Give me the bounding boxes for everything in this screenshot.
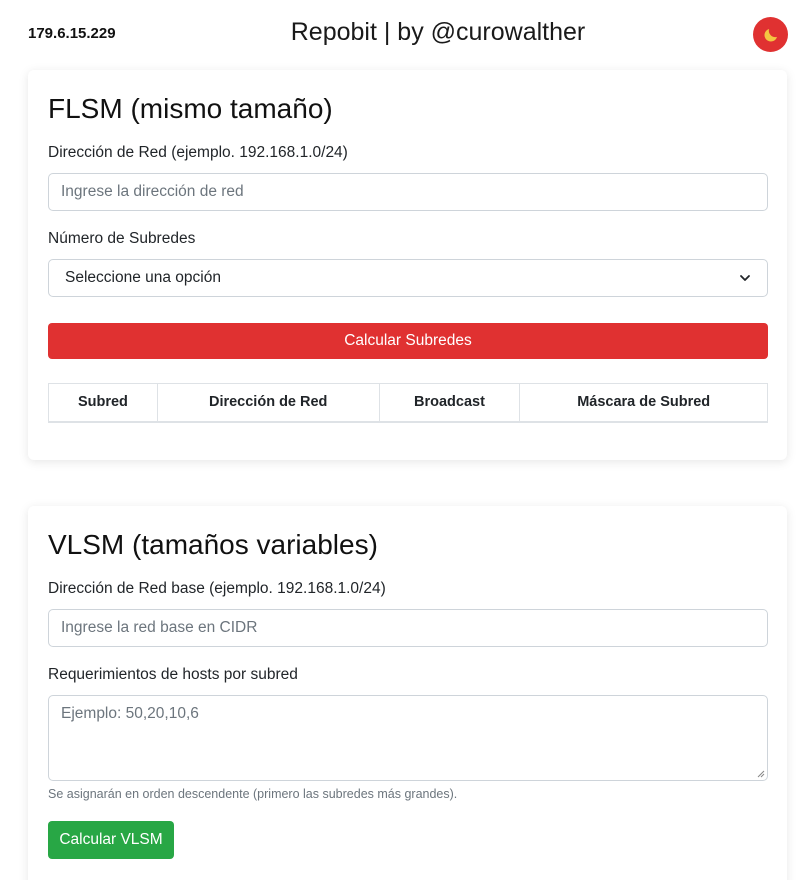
theme-toggle-button[interactable] bbox=[753, 17, 788, 52]
moon-icon bbox=[763, 28, 777, 42]
calculate-vlsm-button[interactable]: Calcular VLSM bbox=[48, 821, 174, 859]
base-network-placeholder: Ingrese la red base en CIDR bbox=[61, 619, 258, 636]
flsm-title: FLSM (mismo tamaño) bbox=[48, 93, 333, 124]
resize-grip-icon[interactable] bbox=[755, 768, 765, 778]
top-bar: 179.6.15.229 Repobit | by @curowalther bbox=[0, 0, 809, 70]
column-header-subnet-mask: Máscara de Subred bbox=[519, 383, 768, 423]
subnets-count-label: Número de Subredes bbox=[48, 230, 196, 247]
hosts-hint: Se asignarán en orden descendente (prime… bbox=[48, 787, 458, 801]
column-header-network-address: Dirección de Red bbox=[156, 383, 380, 423]
vlsm-title: VLSM (tamaños variables) bbox=[48, 529, 378, 560]
base-network-label: Dirección de Red base (ejemplo. 192.168.… bbox=[48, 580, 386, 597]
chevron-down-icon bbox=[740, 275, 750, 281]
network-address-placeholder: Ingrese la dirección de red bbox=[61, 183, 244, 200]
brand-title: Repobit | by @curowalther bbox=[290, 18, 586, 46]
subnets-count-selected: Seleccione una opción bbox=[65, 269, 221, 286]
subnets-count-select[interactable]: Seleccione una opción bbox=[48, 259, 768, 297]
hosts-requirements-placeholder: Ejemplo: 50,20,10,6 bbox=[61, 705, 199, 722]
vlsm-card: VLSM (tamaños variables) Dirección de Re… bbox=[28, 506, 787, 880]
column-header-broadcast: Broadcast bbox=[378, 383, 521, 423]
flsm-card: FLSM (mismo tamaño) Dirección de Red (ej… bbox=[28, 70, 787, 460]
network-address-input[interactable]: Ingrese la dirección de red bbox=[48, 173, 768, 211]
base-network-input[interactable]: Ingrese la red base en CIDR bbox=[48, 609, 768, 647]
hosts-requirements-label: Requerimientos de hosts por subred bbox=[48, 666, 298, 683]
subnets-table: Subred Dirección de Red Broadcast Máscar… bbox=[48, 383, 768, 423]
hosts-requirements-textarea[interactable]: Ejemplo: 50,20,10,6 bbox=[48, 695, 768, 781]
column-header-subnet: Subred bbox=[48, 383, 158, 423]
network-address-label: Dirección de Red (ejemplo. 192.168.1.0/2… bbox=[48, 144, 348, 161]
calculate-subnets-button[interactable]: Calcular Subredes bbox=[48, 323, 768, 359]
